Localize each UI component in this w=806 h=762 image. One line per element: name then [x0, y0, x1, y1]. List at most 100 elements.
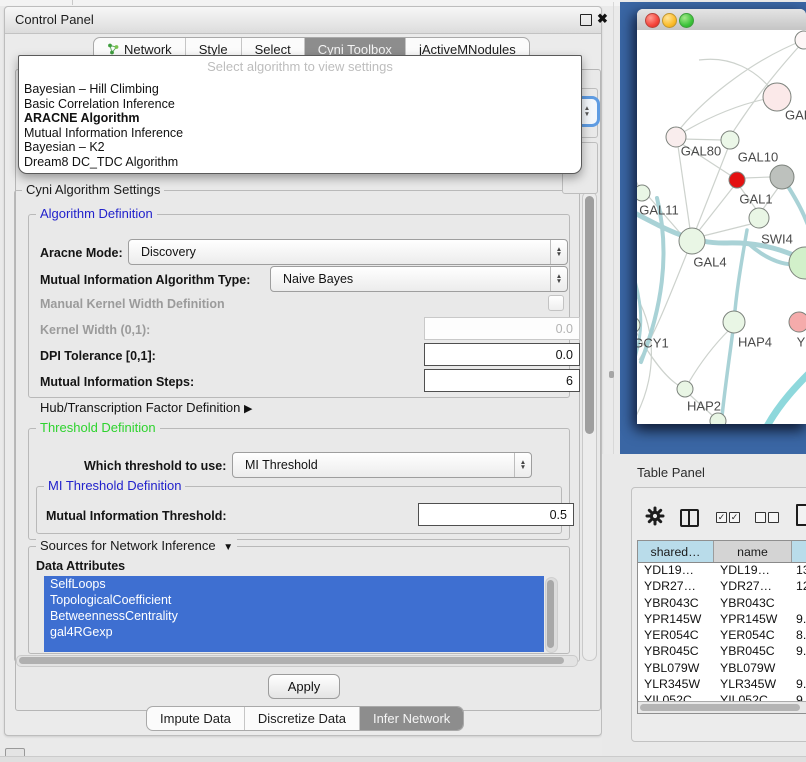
table-cell: YBR043C [714, 595, 792, 611]
stepper-icon[interactable]: ▲▼ [514, 453, 531, 477]
algorithm-option[interactable]: ARACNE Algorithm [19, 111, 581, 126]
attribute-item[interactable]: TopologicalCoefficient [44, 592, 544, 608]
column-header-shared-name[interactable]: shared… [638, 541, 714, 562]
manual-kernel-label: Manual Kernel Width Definition [40, 297, 225, 311]
table-cell [792, 660, 806, 676]
table-row[interactable]: YDL19…YDL19…13 [638, 562, 806, 578]
tab-infer-network[interactable]: Infer Network [359, 707, 463, 730]
splitter-grip[interactable] [609, 371, 614, 378]
deselect-all-checkbox-icon[interactable] [768, 512, 779, 523]
node-label: Y [797, 335, 806, 350]
mi-type-select[interactable]: Naive Bayes ▲▼ [270, 266, 568, 292]
new-table-icon[interactable] [796, 504, 806, 526]
data-attributes-list[interactable]: SelfLoopsTopologicalCoefficientBetweenne… [44, 576, 544, 652]
algorithm-option[interactable]: Mutual Information Inference [19, 126, 581, 141]
algorithm-option[interactable]: Bayesian – K2 [19, 140, 581, 155]
network-window-titlebar[interactable] [637, 9, 806, 31]
table-row[interactable]: YLR345WYLR345W9. [638, 676, 806, 692]
table-row[interactable]: YBR043CYBR043C [638, 595, 806, 611]
table-cell: 13 [792, 562, 806, 578]
columns-icon[interactable] [680, 509, 699, 527]
table-row[interactable]: YBR045CYBR045C9. [638, 643, 806, 659]
algorithm-option[interactable]: Bayesian – Hill Climbing [19, 82, 581, 97]
table-cell: 9. [792, 611, 806, 627]
table-row[interactable]: YDR27…YDR27…12 [638, 578, 806, 594]
select-all-checkbox-icon[interactable]: ✓ [716, 512, 727, 523]
node-label: GAL11 [639, 203, 679, 218]
cyni-bottom-tabs: Impute Data Discretize Data Infer Networ… [146, 706, 464, 731]
table-cell: 8. [792, 627, 806, 643]
network-icon [107, 43, 119, 55]
collapse-arrow-icon: ▶ [244, 403, 252, 415]
attributes-scrollbar-thumb[interactable] [547, 580, 554, 648]
table-cell: 12 [792, 578, 806, 594]
algorithm-option[interactable]: Dream8 DC_TDC Algorithm [19, 155, 581, 170]
table-cell: YPR145W [714, 611, 792, 627]
algorithm-dropdown-popup: Select algorithm to view settings Bayesi… [18, 55, 582, 174]
which-threshold-select[interactable]: MI Threshold ▲▼ [232, 452, 532, 478]
stepper-icon[interactable]: ▲▼ [550, 267, 567, 291]
close-icon[interactable]: ✖ [597, 11, 608, 27]
algorithm-option[interactable]: Basic Correlation Inference [19, 97, 581, 112]
node-label: SWI4 [761, 232, 793, 247]
network-canvas[interactable]: GALGAL80GAL10GAL1GAL11SWI4GAL4GCY1HAP4YH… [637, 30, 806, 424]
mi-threshold-definition-title: MI Threshold Definition [44, 479, 185, 493]
aracne-mode-value: Discovery [129, 245, 550, 259]
column-header-partial[interactable] [792, 541, 806, 562]
attribute-item[interactable]: gal4RGexp [44, 624, 544, 640]
tab-impute-data[interactable]: Impute Data [147, 707, 244, 730]
table-cell: 9. [792, 643, 806, 659]
table-header: shared… name [638, 541, 806, 563]
attribute-item[interactable]: BetweennessCentrality [44, 608, 544, 624]
hub-definition-label: Hub/Transcription Factor Definition [40, 400, 240, 415]
float-window-icon[interactable] [580, 14, 592, 26]
aracne-mode-select[interactable]: Discovery ▲▼ [128, 239, 568, 265]
gear-icon[interactable] [645, 506, 665, 526]
node-label: GAL80 [681, 144, 721, 159]
mi-steps-value: 6 [566, 374, 573, 388]
mi-threshold-value: 0.5 [550, 508, 567, 522]
table-row[interactable]: YER054CYER054C8. [638, 627, 806, 643]
dpi-tolerance-field[interactable]: 0.0 [424, 343, 580, 366]
deselect-all-checkbox-icon[interactable] [755, 512, 766, 523]
table-row[interactable]: YBL079WYBL079W [638, 660, 806, 676]
network-node-labels: GALGAL80GAL10GAL1GAL11SWI4GAL4GCY1HAP4YH… [637, 30, 806, 424]
mi-steps-field[interactable]: 6 [424, 369, 580, 392]
table-cell: YER054C [638, 627, 714, 643]
table-row[interactable]: YPR145WYPR145W9. [638, 611, 806, 627]
settings-hscrollbar-thumb[interactable] [19, 657, 564, 664]
data-attributes-label: Data Attributes [36, 559, 125, 573]
column-header-name[interactable]: name [714, 541, 792, 562]
hub-definition-toggle[interactable]: Hub/Transcription Factor Definition ▶ [40, 400, 252, 415]
table-cell: YDR27… [714, 578, 792, 594]
zoom-traffic-light[interactable] [679, 13, 694, 28]
close-traffic-light[interactable] [645, 13, 660, 28]
kernel-width-field: 0.0 [424, 317, 580, 340]
settings-scrollbar-thumb[interactable] [585, 196, 594, 434]
settings-hscrollbar[interactable] [16, 655, 578, 667]
mi-threshold-field[interactable]: 0.5 [418, 503, 574, 526]
attributes-list-scrollbar[interactable] [545, 577, 558, 653]
apply-button[interactable]: Apply [268, 674, 340, 699]
minimize-traffic-light[interactable] [662, 13, 677, 28]
mi-threshold-label: Mutual Information Threshold: [46, 509, 227, 523]
panel-title: Control Panel [15, 12, 94, 27]
stepper-icon[interactable]: ▲▼ [550, 240, 567, 264]
dpi-tolerance-label: DPI Tolerance [0,1]: [40, 349, 156, 363]
table-cell: YBL079W [714, 660, 792, 676]
settings-scrollbar[interactable] [582, 191, 597, 661]
settings-group-title: Cyni Algorithm Settings [22, 183, 164, 197]
mi-steps-label: Mutual Information Steps: [40, 375, 194, 389]
sources-title-toggle[interactable]: Sources for Network Inference ▼ [36, 539, 237, 555]
tab-discretize-data[interactable]: Discretize Data [244, 707, 359, 730]
which-threshold-label: Which threshold to use: [84, 459, 226, 473]
algorithm-definition-title: Algorithm Definition [36, 207, 157, 221]
table-hscrollbar[interactable] [638, 701, 806, 713]
node-table: shared… name YDL19…YDL19…13YDR27…YDR27…1… [637, 540, 806, 714]
tab-label: Impute Data [160, 711, 231, 726]
select-all-checkbox-icon[interactable]: ✓ [729, 512, 740, 523]
attribute-item[interactable]: SelfLoops [44, 576, 544, 592]
manual-kernel-checkbox[interactable] [548, 295, 564, 311]
table-hscrollbar-thumb[interactable] [640, 704, 800, 711]
node-label: GAL10 [738, 150, 778, 165]
